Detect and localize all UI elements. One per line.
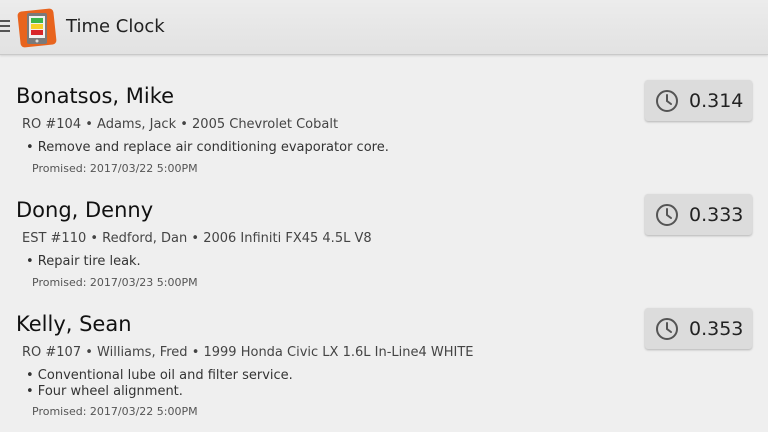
- elapsed-hours: 0.353: [689, 317, 744, 340]
- menu-icon[interactable]: [0, 20, 10, 34]
- repair-order-info: EST #110 • Redford, Dan • 2006 Infiniti …: [22, 231, 372, 246]
- clock-icon: [656, 203, 678, 226]
- elapsed-hours: 0.333: [689, 203, 744, 226]
- technician-name: Bonatsos, Mike: [16, 84, 175, 108]
- promised-date: Promised: 2017/03/22 5:00PM: [32, 405, 198, 418]
- task-line: • Conventional lube oil and filter servi…: [26, 368, 293, 383]
- clock-time-button[interactable]: 0.314: [645, 80, 752, 121]
- elapsed-hours: 0.314: [689, 89, 744, 112]
- promised-date: Promised: 2017/03/23 5:00PM: [32, 276, 198, 289]
- app-icon[interactable]: [16, 7, 58, 49]
- clock-icon: [656, 89, 678, 112]
- clock-icon: [656, 317, 678, 340]
- task-line: • Repair tire leak.: [26, 254, 141, 269]
- app-title: Time Clock: [66, 16, 165, 37]
- repair-order-info: RO #107 • Williams, Fred • 1999 Honda Ci…: [22, 345, 474, 360]
- clock-time-button[interactable]: 0.353: [645, 308, 752, 349]
- repair-order-info: RO #104 • Adams, Jack • 2005 Chevrolet C…: [22, 117, 339, 132]
- task-line: • Four wheel alignment.: [26, 384, 183, 399]
- technician-name: Dong, Denny: [16, 198, 154, 222]
- action-bar: Time Clock: [0, 0, 768, 55]
- technician-name: Kelly, Sean: [16, 312, 132, 336]
- task-line: • Remove and replace air conditioning ev…: [26, 140, 389, 155]
- job-list: Bonatsos, Mike RO #104 • Adams, Jack • 2…: [0, 56, 768, 432]
- clock-time-button[interactable]: 0.333: [645, 194, 752, 235]
- promised-date: Promised: 2017/03/22 5:00PM: [32, 162, 198, 175]
